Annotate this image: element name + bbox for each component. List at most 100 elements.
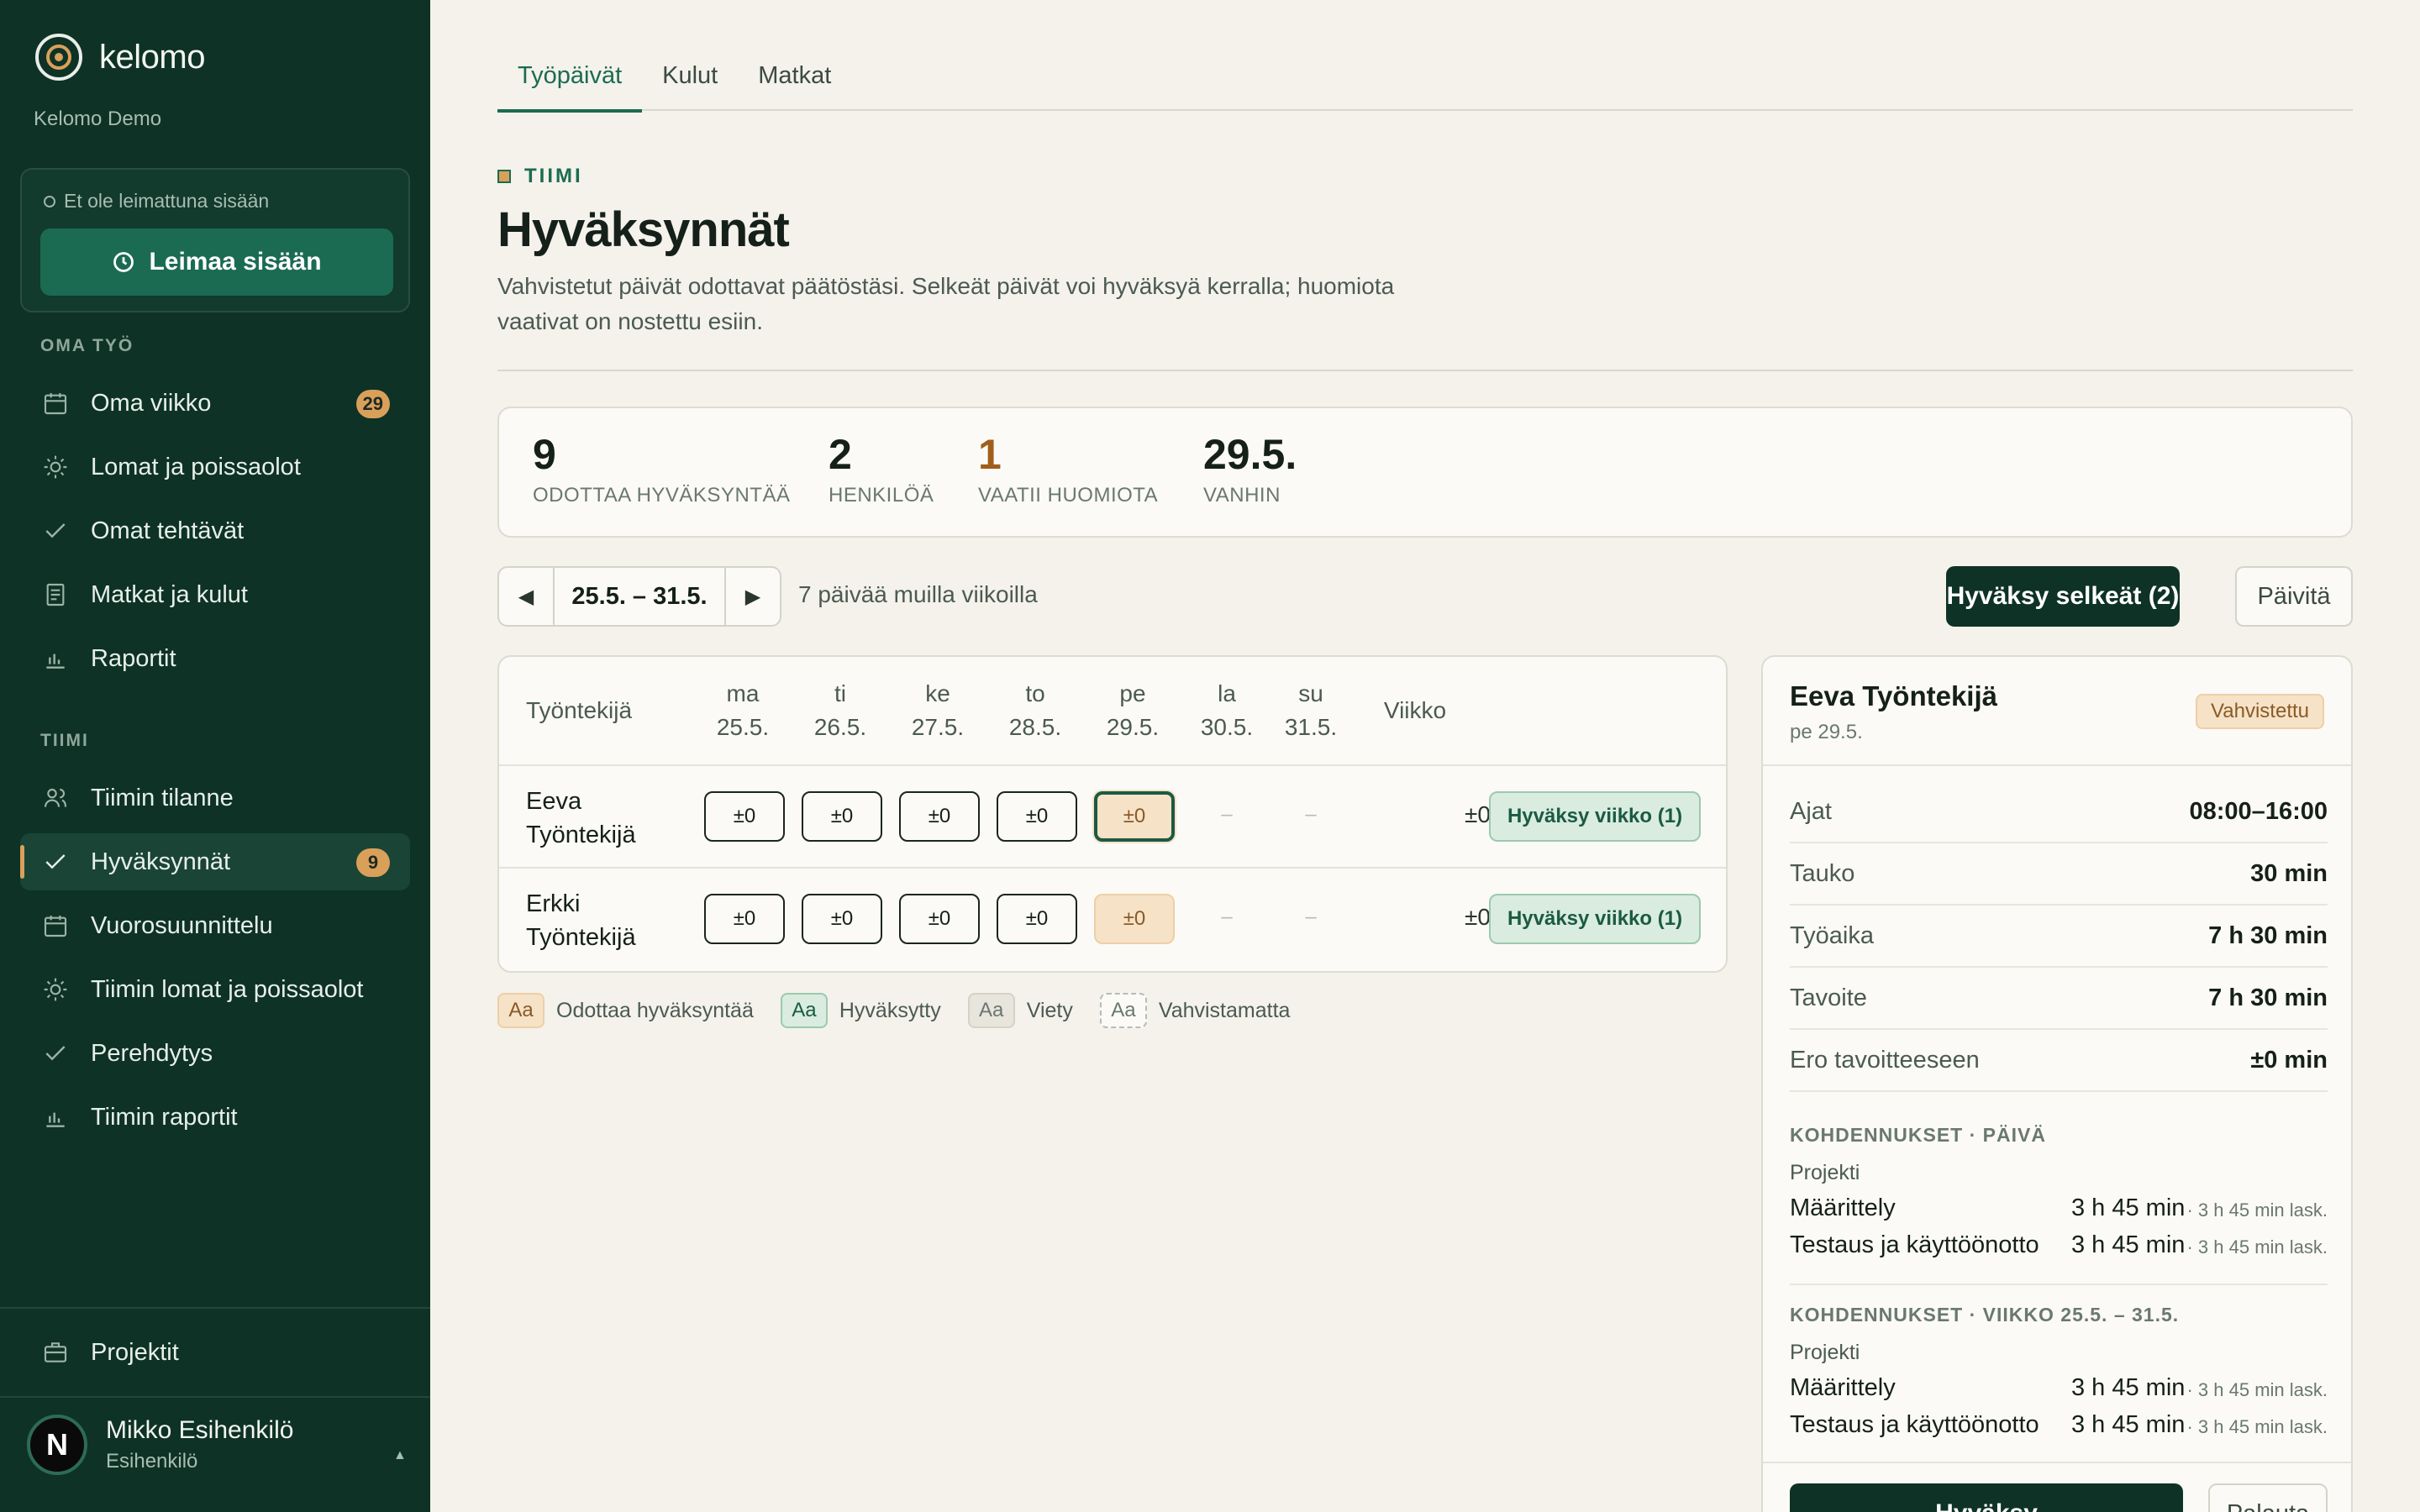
day-cell[interactable]: ±0 — [704, 894, 785, 944]
stat-value: 2 — [829, 431, 852, 478]
caret-up-icon[interactable]: ▲ — [393, 1448, 407, 1463]
sidebar-item-label: Hyväksynnät — [91, 848, 231, 875]
tab-kulut[interactable]: Kulut — [642, 50, 738, 111]
detail-value: 7 h 30 min — [2208, 984, 2328, 1011]
refresh-button[interactable]: Päivitä — [2235, 566, 2353, 627]
detail-value: 7 h 30 min — [2208, 921, 2328, 949]
sidebar-item-projektit[interactable]: Projektit — [20, 1324, 410, 1381]
day-date: 30.5. — [1200, 714, 1254, 740]
users-icon — [40, 783, 71, 813]
tab-matkat[interactable]: Matkat — [738, 50, 851, 111]
sidebar-item-label: Matkat ja kulut — [91, 580, 248, 608]
clock-status: Et ole leimattuna sisään — [44, 190, 269, 213]
tab-tyopaivat[interactable]: Työpäivät — [497, 50, 643, 113]
divider — [1790, 1284, 2328, 1285]
employee-name: Erkki Työntekijä — [526, 887, 636, 954]
stat-persons: 2 HENKILÖÄ — [829, 430, 934, 507]
day-cell[interactable]: ±0 — [997, 894, 1077, 944]
approve-clear-button[interactable]: Hyväksy selkeät (2) — [1946, 566, 2180, 627]
day-cell-selected[interactable]: ±0 — [1094, 791, 1175, 842]
sidebar-item-matkat-ja-kulut[interactable]: Matkat ja kulut — [20, 566, 410, 623]
detail-key: Ero tavoitteeseen — [1790, 1046, 1980, 1074]
next-week-button[interactable]: ▶ — [726, 568, 780, 625]
allocation-amount: 3 h 45 min — [2071, 1231, 2186, 1258]
user-menu[interactable]: N Mikko Esihenkilö Esihenkilö — [27, 1415, 293, 1475]
avatar: N — [27, 1415, 87, 1475]
allocation-amount: 3 h 45 min — [2071, 1411, 2186, 1438]
tab-bar: Työpäivät Kulut Matkat — [497, 50, 2353, 113]
allocation-line: Määrittely 3 h 45 min · 3 h 45 min lask. — [1790, 1374, 2328, 1402]
allocation-amount: 3 h 45 min — [2071, 1374, 2186, 1401]
legend-label: Hyväksytty — [839, 998, 941, 1022]
day-name: pe — [1119, 680, 1146, 706]
sidebar-item-tiimin-tilanne[interactable]: Tiimin tilanne — [20, 769, 410, 827]
detail-date: pe 29.5. — [1790, 721, 1863, 743]
stat-label: ODOTTAA HYVÄKSYNTÄÄ — [533, 484, 791, 507]
sidebar-item-vuorosuunnittelu[interactable]: Vuorosuunnittelu — [20, 897, 410, 954]
divider — [1763, 1462, 2351, 1463]
detail-row-difference: Ero tavoitteeseen ±0 min — [1790, 1030, 2328, 1092]
section-label-own-work: OMA TYÖ — [40, 336, 134, 355]
allocations-week-title: KOHDENNUKSET · VIIKKO 25.5. – 31.5. — [1790, 1304, 2180, 1326]
day-cell[interactable]: ±0 — [802, 791, 882, 842]
day-cell-pending[interactable]: ±0 — [1094, 894, 1175, 944]
sidebar-item-label: Oma viikko — [91, 389, 212, 417]
previous-week-button[interactable]: ◀ — [499, 568, 553, 625]
calendar-icon — [40, 388, 71, 418]
detail-value: 30 min — [2250, 859, 2328, 887]
sidebar-item-hyvaksynnat[interactable]: Hyväksynnät 9 — [20, 833, 410, 890]
day-cell[interactable]: ±0 — [997, 791, 1077, 842]
sidebar-item-label: Perehdytys — [91, 1039, 213, 1067]
clock-in-card: Et ole leimattuna sisään Leimaa sisään — [20, 168, 410, 312]
day-cell[interactable]: ±0 — [704, 791, 785, 842]
approve-week-button[interactable]: Hyväksy viikko (1) — [1489, 791, 1701, 842]
week-total: ±0 — [1465, 904, 1491, 930]
sidebar-item-omat-tehtavat[interactable]: Omat tehtävät — [20, 502, 410, 559]
empty-day: – — [1305, 803, 1317, 826]
status-badge: Vahvistettu — [2196, 694, 2324, 729]
allocation-name: Määrittely — [1790, 1194, 1896, 1221]
legend-label: Viety — [1026, 998, 1073, 1022]
stats-card: 9 ODOTTAA HYVÄKSYNTÄÄ 2 HENKILÖÄ 1 VAATI… — [497, 407, 2353, 538]
employee-last-name: Työntekijä — [526, 822, 636, 848]
day-date: 28.5. — [1008, 714, 1062, 740]
brand-name: kelomo — [99, 38, 205, 76]
table-header: Työntekijä ma 25.5. ti 26.5. ke 27.5. to 28.… — [499, 657, 1726, 766]
sidebar-item-tiimin-raportit[interactable]: Tiimin raportit — [20, 1089, 410, 1146]
day-cell[interactable]: ±0 — [802, 894, 882, 944]
allocation-estimate: · 3 h 45 min lask. — [2186, 1236, 2328, 1257]
week-range[interactable]: 25.5. – 31.5. — [553, 568, 726, 625]
column-header-day: to 28.5. — [1002, 677, 1069, 744]
legend-chip-unconfirmed: Aa — [1099, 993, 1147, 1028]
status-dot-icon — [44, 195, 55, 207]
check-icon — [40, 516, 71, 546]
allocation-name: Testaus ja käyttöönotto — [1790, 1411, 2039, 1438]
square-icon — [497, 170, 511, 183]
day-date: 25.5. — [716, 714, 770, 740]
approve-day-button[interactable]: Hyväksy — [1790, 1483, 2183, 1512]
user-role: Esihenkilö — [106, 1450, 198, 1473]
day-cell[interactable]: ±0 — [899, 894, 980, 944]
legend-item: Aa Odottaa hyväksyntää — [497, 993, 754, 1028]
clock-in-button[interactable]: Leimaa sisään — [40, 228, 393, 296]
return-day-button[interactable]: Palauta — [2208, 1483, 2328, 1512]
week-total: ±0 — [1465, 801, 1491, 827]
sun-icon — [40, 452, 71, 482]
brand[interactable]: kelomo — [35, 34, 205, 81]
sidebar-item-lomat[interactable]: Lomat ja poissaolot — [20, 438, 410, 496]
day-name: ma — [726, 680, 760, 706]
stat-label: VANHIN — [1203, 484, 1281, 507]
detail-key: Tauko — [1790, 859, 1855, 887]
detail-employee-name: Eeva Työntekijä — [1790, 680, 1998, 711]
legend-item: Aa Viety — [967, 993, 1073, 1028]
approve-week-button[interactable]: Hyväksy viikko (1) — [1489, 894, 1701, 944]
day-cell[interactable]: ±0 — [899, 791, 980, 842]
sidebar-item-tiimin-lomat[interactable]: Tiimin lomat ja poissaolot — [20, 961, 410, 1018]
receipt-icon — [40, 580, 71, 610]
detail-key: Tavoite — [1790, 984, 1867, 1011]
table-row: Eeva Työntekijä ±0 ±0 ±0 ±0 ±0 – – ±0 Hyv… — [499, 766, 1726, 869]
sidebar-item-raportit[interactable]: Raportit — [20, 630, 410, 687]
sidebar-item-oma-viikko[interactable]: Oma viikko 29 — [20, 375, 410, 432]
sidebar-item-perehdytys[interactable]: Perehdytys — [20, 1025, 410, 1082]
employee-name: Eeva Työntekijä — [526, 785, 636, 852]
